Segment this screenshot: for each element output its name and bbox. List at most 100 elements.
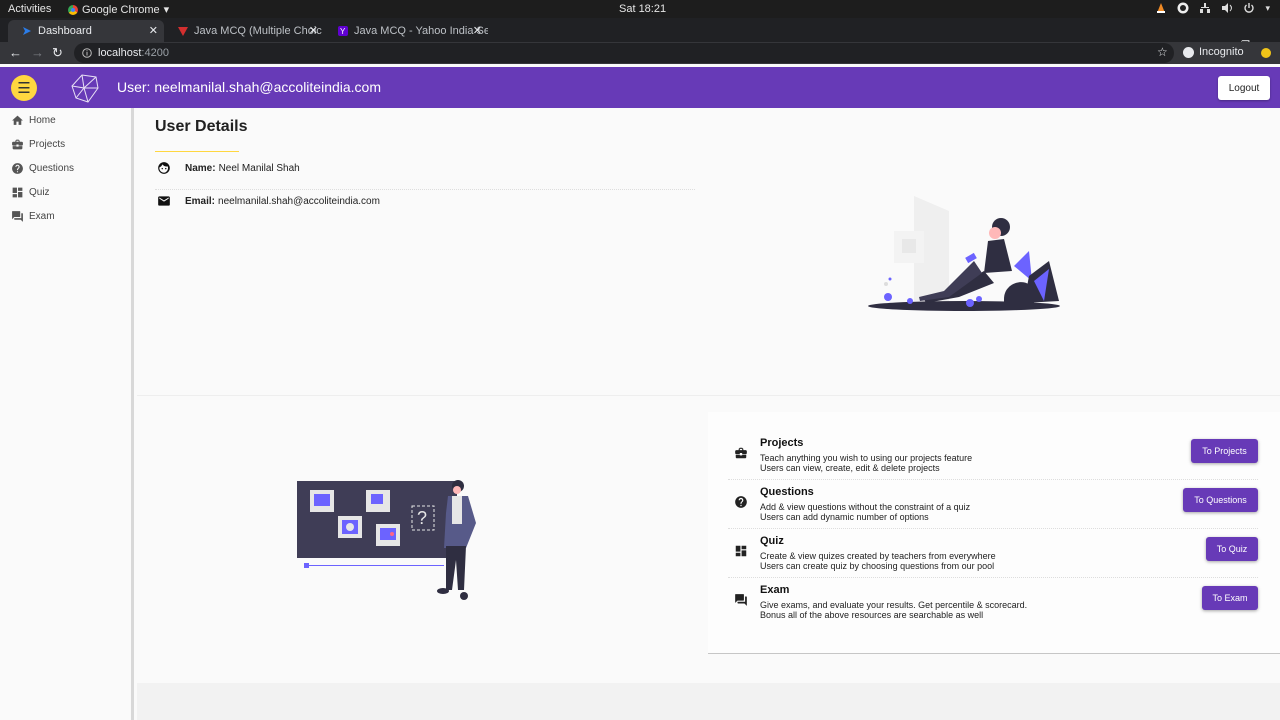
forum-icon: [12, 211, 23, 222]
svg-text:?: ?: [417, 508, 427, 528]
app-name: Google Chrome: [82, 3, 160, 16]
name-label: Name:: [185, 162, 216, 174]
app-toolbar: ☰ User: neelmanilal.shah@accoliteindia.c…: [0, 67, 1280, 108]
sidebar-item-projects[interactable]: Projects: [11, 138, 65, 151]
back-icon[interactable]: ←: [9, 45, 22, 60]
sidebar-item-quiz[interactable]: Quiz: [11, 186, 50, 199]
user-name-row: Name: Neel Manilal Shah: [157, 161, 300, 175]
volume-icon[interactable]: [1221, 2, 1233, 14]
logout-button[interactable]: Logout: [1218, 76, 1270, 100]
incognito-icon: [1183, 46, 1194, 58]
help-circle-icon: [12, 163, 23, 174]
app-menu[interactable]: Google Chrome ▾: [68, 3, 169, 16]
reading-illustration: [868, 196, 1060, 311]
os-top-bar: Activities Google Chrome ▾ Sat 18:21 ▾: [0, 0, 1280, 18]
angular-favicon-icon: [23, 27, 31, 35]
reload-icon[interactable]: ↻: [52, 45, 63, 61]
extension-icon[interactable]: [1261, 48, 1271, 58]
to-projects-button[interactable]: To Projects: [1191, 439, 1258, 463]
sidebar-item-home[interactable]: Home: [11, 114, 56, 127]
feature-title: Projects: [760, 437, 804, 449]
to-quiz-button[interactable]: To Quiz: [1206, 537, 1258, 561]
briefcase-icon: [735, 447, 747, 459]
dashboard-icon: [12, 187, 23, 198]
tab-dashboard[interactable]: Dashboard ✕: [8, 20, 164, 42]
forward-icon[interactable]: →: [31, 45, 44, 60]
address-bar[interactable]: localhost:4200: [74, 43, 1174, 63]
sidebar-item-label: Home: [29, 115, 56, 126]
main-content: User Details Name: Neel Manilal Shah Ema…: [137, 108, 1280, 720]
feature-description: Bonus all of the above resources are sea…: [760, 610, 984, 620]
title-underline: [155, 151, 239, 152]
feature-exam: Exam Give exams, and evaluate your resul…: [708, 579, 1280, 628]
info-icon[interactable]: [82, 48, 92, 58]
menu-icon: ☰: [17, 79, 31, 97]
forum-icon: [735, 594, 747, 606]
help-circle-icon: [735, 496, 747, 508]
feature-title: Questions: [760, 486, 814, 498]
feature-description: Add & view questions without the constra…: [760, 502, 971, 512]
bookmark-star-icon[interactable]: ☆: [1157, 45, 1168, 59]
close-tab-icon[interactable]: ✕: [149, 24, 158, 37]
divider: [728, 479, 1258, 480]
briefcase-icon: [12, 139, 23, 150]
page-title: User: neelmanilal.shah@accoliteindia.com: [117, 79, 382, 95]
presentation-board-illustration: ?: [297, 480, 476, 600]
feature-description: Teach anything you wish to using our pro…: [760, 453, 973, 463]
sidebar: Home Projects Questions Quiz Exam: [0, 108, 134, 720]
network-icon[interactable]: [1199, 2, 1211, 14]
svg-text:Y: Y: [340, 27, 346, 36]
caret-down-icon: ▾: [163, 4, 170, 16]
home-icon: [12, 115, 23, 125]
tab-yahoo-search[interactable]: Y Java MCQ - Yahoo India Se ✕: [324, 20, 488, 42]
feature-description: Users can add dynamic number of options: [760, 512, 929, 522]
footer-strip: [137, 683, 1280, 720]
vlc-icon[interactable]: [1155, 2, 1167, 14]
triangle-favicon-icon: [178, 27, 188, 36]
yahoo-favicon-icon: Y: [338, 26, 348, 36]
feature-description: Give exams, and evaluate your results. G…: [760, 600, 1028, 610]
tab-label: Dashboard: [38, 25, 92, 37]
sidebar-item-label: Exam: [29, 211, 55, 222]
divider: [155, 189, 695, 190]
menu-button[interactable]: ☰: [11, 75, 37, 101]
feature-title: Quiz: [760, 535, 784, 547]
feature-description: Users can create quiz by choosing questi…: [760, 561, 995, 571]
sidebar-item-label: Projects: [29, 139, 66, 150]
close-tab-icon[interactable]: ✕: [473, 24, 482, 37]
chrome-icon: [68, 4, 78, 15]
user-email-row: Email: neelmanilal.shah@accoliteindia.co…: [157, 194, 380, 208]
power-icon[interactable]: [1243, 2, 1255, 14]
caret-down-icon[interactable]: ▾: [1265, 3, 1270, 14]
divider: [728, 528, 1258, 529]
sidebar-item-questions[interactable]: Questions: [11, 162, 74, 175]
sidebar-item-exam[interactable]: Exam: [11, 210, 55, 223]
dashboard-icon: [735, 545, 747, 557]
divider: [728, 577, 1258, 578]
browser-toolbar: ← → ↻ localhost:4200 ☆ Incognito: [0, 42, 1280, 64]
tab-strip: Dashboard ✕ Java MCQ (Multiple Choic ✕ Y…: [0, 18, 1280, 55]
incognito-indicator[interactable]: Incognito: [1183, 46, 1244, 58]
face-icon: [158, 162, 170, 174]
sidebar-item-label: Questions: [29, 163, 75, 174]
email-value: neelmanilal.shah@accoliteindia.com: [218, 195, 380, 207]
feature-description: Users can view, create, edit & delete pr…: [760, 463, 940, 473]
app-logo-icon: [71, 74, 99, 103]
feature-quiz: Quiz Create & view quizes created by tea…: [708, 530, 1280, 579]
url-port: :4200: [141, 47, 169, 59]
incognito-label: Incognito: [1199, 46, 1244, 58]
activities-button[interactable]: Activities: [8, 3, 51, 15]
name-value: Neel Manilal Shah: [218, 162, 300, 174]
tab-label: Java MCQ (Multiple Choic: [194, 25, 322, 37]
tab-label: Java MCQ - Yahoo India Se: [354, 25, 488, 37]
to-questions-button[interactable]: To Questions: [1183, 488, 1258, 512]
clock[interactable]: Sat 18:21: [619, 3, 666, 15]
sidebar-item-label: Quiz: [29, 187, 50, 198]
tab-java-mcq[interactable]: Java MCQ (Multiple Choic ✕: [164, 20, 324, 42]
system-tray[interactable]: ▾: [1155, 2, 1270, 14]
app-indicator-icon[interactable]: [1177, 2, 1189, 14]
feature-questions: Questions Add & view questions without t…: [708, 481, 1280, 530]
close-tab-icon[interactable]: ✕: [309, 24, 318, 37]
to-exam-button[interactable]: To Exam: [1202, 586, 1258, 610]
url-host: localhost: [98, 47, 142, 59]
